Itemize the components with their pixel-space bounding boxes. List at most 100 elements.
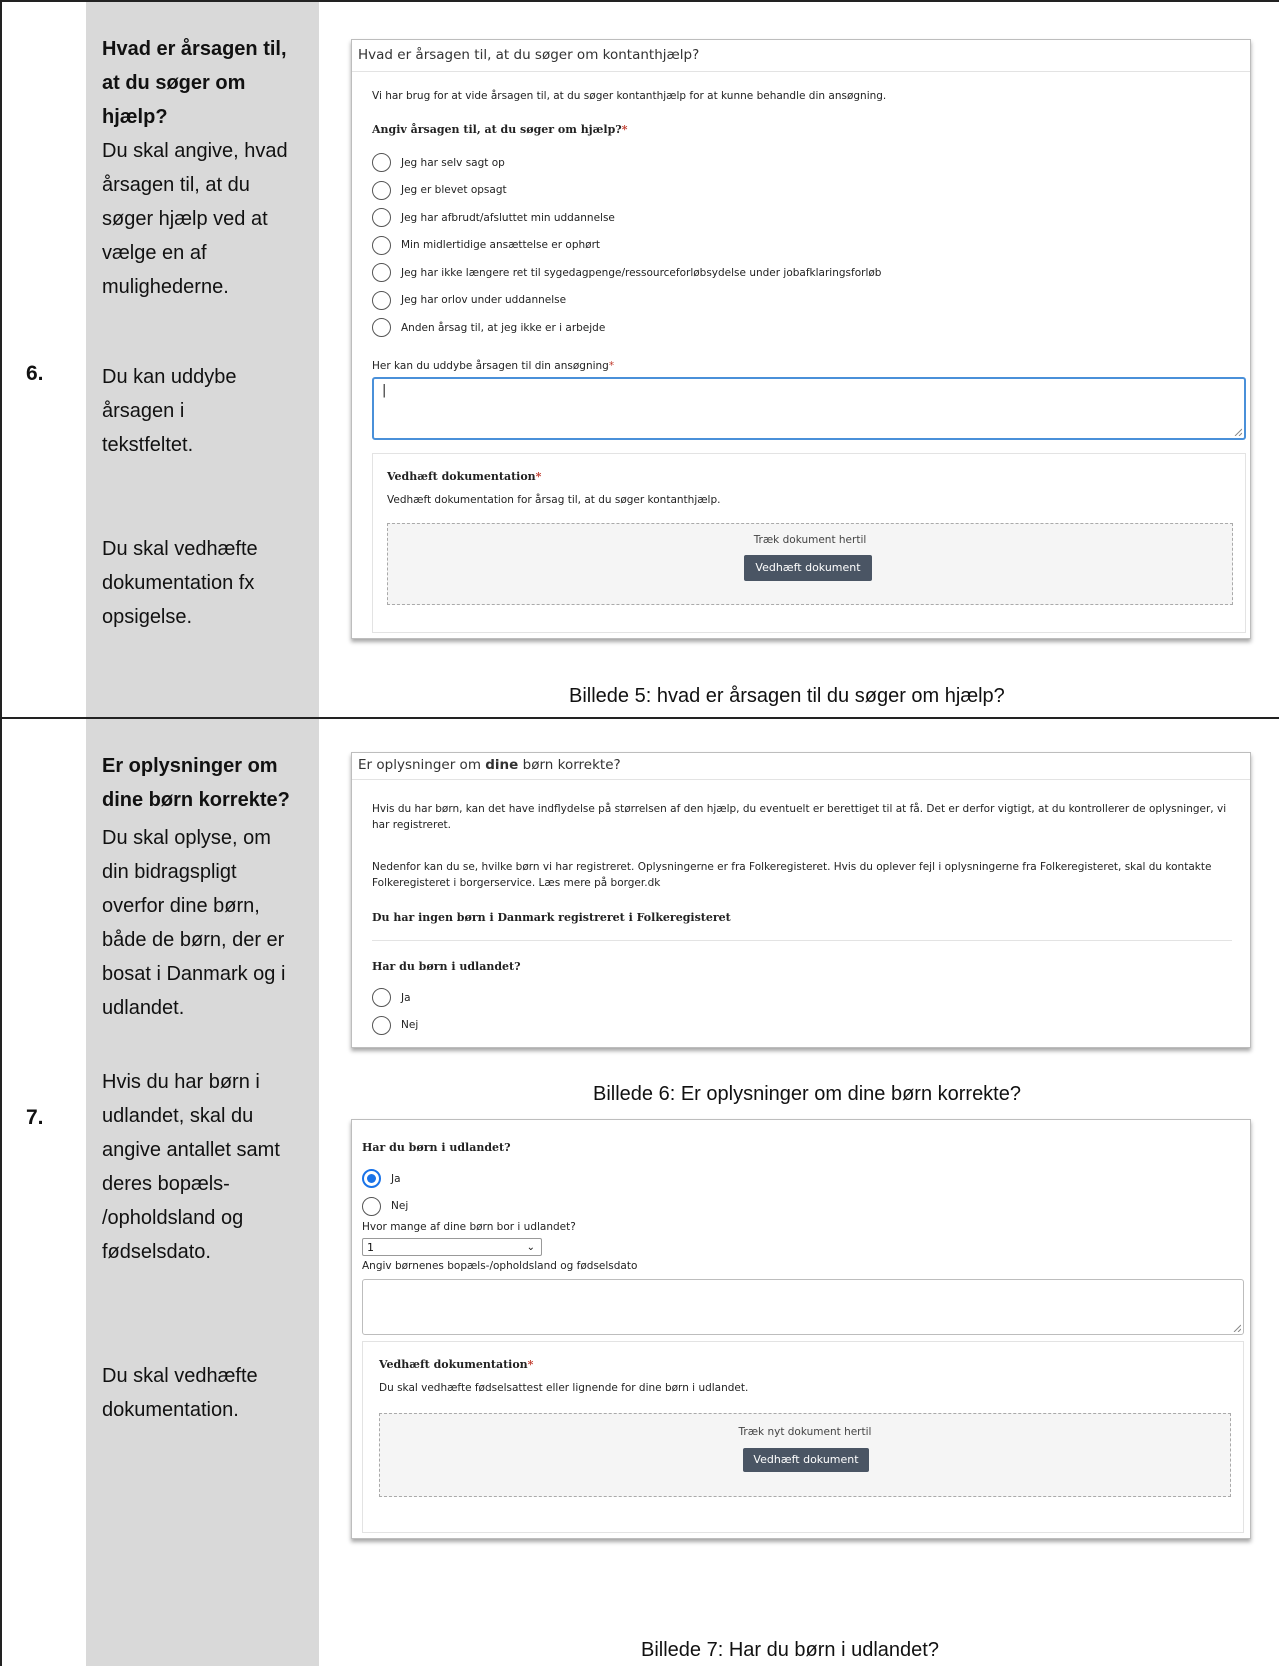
figure-caption: Billede 7: Har du børn i udlandet? (641, 1639, 939, 1661)
step-description-attach: Du skal vedhæfte dokumentation. (102, 1359, 307, 1427)
radio-option[interactable]: Jeg har afbrudt/afsluttet min uddannelse (372, 204, 881, 232)
attachment-title: Vedhæft dokumentation* (387, 470, 542, 483)
table-row-7: 7. Er oplysninger om dine børn korrekte?… (2, 719, 1279, 1666)
desc-title-line: Hvad er årsagen til, (102, 38, 287, 60)
desc-line: /opholdsland og (102, 1207, 244, 1229)
radio-button[interactable] (372, 153, 391, 173)
desc-line: søger hjælp ved at (102, 208, 268, 230)
attach-document-button[interactable]: Vedhæft dokument (743, 1448, 869, 1472)
desc-line: udlandet, skal du (102, 1105, 254, 1127)
form-paragraph: Hvis du har børn, kan det have indflydel… (372, 803, 1227, 831)
desc-line: årsagen i (102, 400, 185, 422)
desc-title-line: at du søger om (102, 72, 246, 94)
desc-line: Hvis du har børn i (102, 1071, 260, 1093)
radio-button[interactable] (372, 180, 391, 200)
radio-button[interactable] (372, 235, 391, 255)
desc-title-line: Er oplysninger om (102, 755, 278, 777)
abroad-options: Ja Nej (372, 984, 418, 1039)
radio-option[interactable]: Jeg har ikke længere ret til sygedagpeng… (372, 259, 881, 287)
drop-text: Træk nyt dokument hertil (738, 1426, 872, 1438)
figure-caption: Billede 6: Er oplysninger om dine børn k… (593, 1083, 1021, 1105)
step-description: Er oplysninger om dine børn korrekte? Du… (102, 749, 307, 1025)
desc-line: Du kan uddybe (102, 366, 237, 388)
no-children-note: Du har ingen børn i Danmark registreret … (372, 911, 731, 924)
country-label: Angiv børnenes bopæls-/opholdsland og fø… (362, 1260, 638, 1272)
radio-option-yes[interactable]: Ja (372, 984, 418, 1012)
screenshot-abroad-form: Har du børn i udlandet? Ja Nej Hvor mang… (351, 1119, 1251, 1539)
radio-option-no[interactable]: Nej (372, 1012, 418, 1040)
desc-line: Du skal vedhæfte (102, 1365, 258, 1387)
radio-option[interactable]: Jeg har orlov under uddannelse (372, 287, 881, 315)
screenshot-children-form: Er oplysninger om dine børn korrekte? Hv… (351, 752, 1251, 1048)
drop-text: Træk dokument hertil (753, 534, 867, 546)
radio-option[interactable]: Min midlertidige ansættelse er ophørt (372, 232, 881, 260)
radio-option-yes[interactable]: Ja (362, 1165, 408, 1193)
children-count-select[interactable]: 1 ⌄ (362, 1238, 542, 1256)
desc-line: vælge en af (102, 242, 207, 264)
desc-line: angive antallet samt (102, 1139, 280, 1161)
instruction-table: 6. Hvad er årsagen til, at du søger om h… (0, 0, 1279, 1666)
desc-line: mulighederne. (102, 276, 229, 298)
attachment-text: Vedhæft dokumentation for årsag til, at … (387, 494, 721, 506)
resize-grip-icon[interactable] (1233, 1324, 1241, 1332)
reason-options: Jeg har selv sagt op Jeg er blevet opsag… (372, 149, 881, 342)
step-description-elaborate: Du kan uddybe årsagen i tekstfeltet. (102, 360, 307, 462)
step-description-abroad: Hvis du har børn i udlandet, skal du ang… (102, 1065, 307, 1269)
desc-title-line: dine børn korrekte? (102, 789, 290, 811)
radio-button[interactable] (372, 263, 391, 283)
form-header: Er oplysninger om dine børn korrekte? (352, 753, 1250, 780)
divider (372, 940, 1232, 941)
attachment-title: Vedhæft dokumentation* (379, 1358, 534, 1371)
desc-line: både de børn, der er (102, 929, 285, 951)
step-description-attach: Du skal vedhæfte dokumentation fx opsige… (102, 532, 307, 634)
country-textarea[interactable] (362, 1279, 1244, 1335)
desc-line: din bidragspligt (102, 861, 237, 883)
desc-title-line: hjælp? (102, 106, 168, 128)
desc-line: bosat i Danmark og i (102, 963, 286, 985)
children-abroad-question: Har du børn i udlandet? (362, 1141, 511, 1154)
desc-line: tekstfeltet. (102, 434, 194, 456)
screenshot-reason-form: Hvad er årsagen til, at du søger om kont… (351, 39, 1251, 639)
drop-zone[interactable]: Træk nyt dokument hertil Vedhæft dokumen… (379, 1413, 1231, 1497)
radio-option[interactable]: Jeg har selv sagt op (372, 149, 881, 177)
radio-option[interactable]: Anden årsag til, at jeg ikke er i arbejd… (372, 314, 881, 342)
attachment-text: Du skal vedhæfte fødselsattest eller lig… (379, 1382, 749, 1394)
step-number: 7. (26, 1106, 44, 1129)
radio-option[interactable]: Jeg er blevet opsagt (372, 177, 881, 205)
desc-line: Du skal angive, hvad (102, 140, 288, 162)
desc-line: overfor dine børn, (102, 895, 260, 917)
step-description: Hvad er årsagen til, at du søger om hjæl… (102, 32, 307, 304)
radio-button[interactable] (362, 1196, 381, 1216)
attachment-section: Vedhæft dokumentation* Vedhæft dokumenta… (372, 453, 1246, 633)
figure-caption: Billede 5: hvad er årsagen til du søger … (569, 685, 1005, 707)
desc-line: udlandet. (102, 997, 185, 1019)
form-paragraph: Nedenfor kan du se, hvilke børn vi har r… (372, 861, 1212, 889)
radio-button[interactable] (372, 1015, 391, 1035)
desc-line: Du skal vedhæfte (102, 538, 258, 560)
attach-document-button[interactable]: Vedhæft dokument (744, 555, 872, 581)
reason-question: Angiv årsagen til, at du søger om hjælp?… (372, 123, 628, 136)
desc-line: deres bopæls- (102, 1173, 230, 1195)
textarea-label: Her kan du uddybe årsagen til din ansøgn… (372, 360, 615, 372)
radio-button[interactable] (372, 318, 391, 338)
table-row-6: 6. Hvad er årsagen til, at du søger om h… (2, 2, 1279, 719)
desc-line: dokumentation fx (102, 572, 255, 594)
step-number: 6. (26, 362, 44, 385)
drop-zone[interactable]: Træk dokument hertil Vedhæft dokument (387, 523, 1233, 605)
radio-option-no[interactable]: Nej (362, 1193, 408, 1221)
desc-line: dokumentation. (102, 1399, 239, 1421)
form-header: Hvad er årsagen til, at du søger om kont… (352, 40, 1250, 72)
form-intro: Vi har brug for at vide årsagen til, at … (372, 90, 887, 102)
resize-grip-icon[interactable] (1234, 428, 1242, 436)
attachment-section: Vedhæft dokumentation* Du skal vedhæfte … (362, 1341, 1244, 1533)
desc-line: Du skal oplyse, om (102, 827, 271, 849)
radio-button[interactable] (372, 290, 391, 310)
reason-textarea[interactable]: | (372, 377, 1246, 440)
desc-line: opsigelse. (102, 606, 193, 628)
radio-button-selected[interactable] (362, 1169, 381, 1189)
radio-button[interactable] (372, 988, 391, 1008)
radio-button[interactable] (372, 208, 391, 228)
desc-line: fødselsdato. (102, 1241, 211, 1263)
chevron-down-icon: ⌄ (526, 1242, 535, 1253)
abroad-options: Ja Nej (362, 1165, 408, 1220)
